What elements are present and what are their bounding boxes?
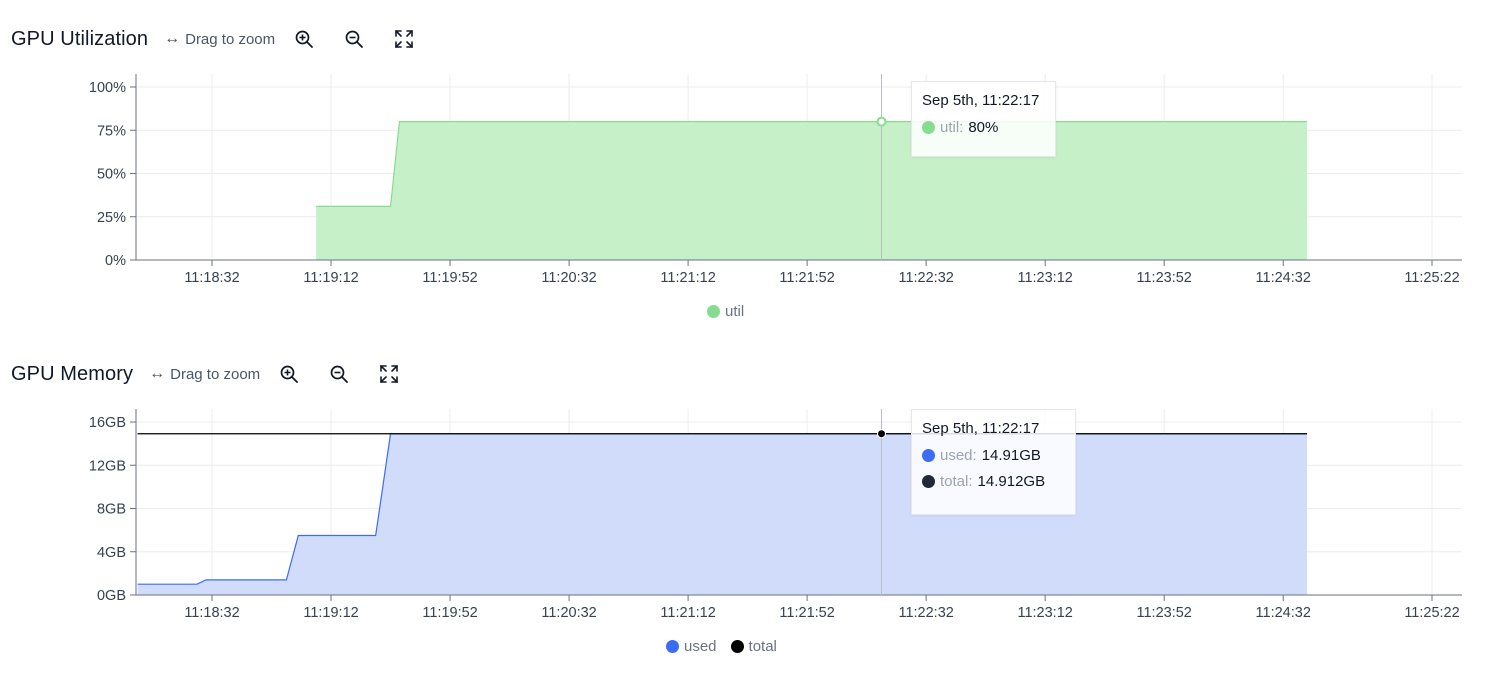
tooltip-key: util:: [940, 119, 964, 136]
memory-tooltip: Sep 5th, 11:22:17 used: 14.91GB total: 1…: [911, 409, 1076, 515]
x-tick-label: 11:24:32: [1256, 270, 1311, 286]
tooltip-date: Sep 5th, 11:22:17: [922, 92, 1040, 109]
legend-item-util[interactable]: util: [707, 303, 744, 320]
x-tick-label: 11:19:52: [422, 605, 477, 621]
tooltip-dot: [922, 121, 935, 134]
x-tick-label: 11:23:52: [1137, 605, 1192, 621]
x-tick-label: 11:23:52: [1137, 270, 1192, 286]
x-tick-label: 11:21:52: [779, 605, 834, 621]
legend-dot: [666, 640, 679, 653]
x-tick-label: 11:19:12: [303, 270, 358, 286]
hover-point-util: [876, 116, 887, 127]
memory-chart[interactable]: 0GB 4GB 8GB 12GB 16GB 11:18:32 11:19:12 11:19:5…: [0, 335, 1488, 674]
x-tick-label: 11:23:12: [1017, 605, 1072, 621]
tooltip-row-total: total: 14.912GB: [922, 473, 1065, 490]
legend-label: util: [725, 303, 745, 320]
legend-item-used[interactable]: used: [666, 638, 717, 655]
legend-item-total[interactable]: total: [730, 638, 777, 655]
legend-label: used: [684, 638, 717, 655]
legend-dot: [707, 305, 720, 318]
x-tick-label: 11:25:22: [1404, 270, 1459, 286]
legend-label: total: [748, 638, 777, 655]
x-tick-label: 11:21:12: [660, 605, 715, 621]
x-tick-label: 11:18:32: [184, 605, 239, 621]
x-tick-label: 11:25:22: [1404, 605, 1459, 621]
y-tick-label: 4GB: [97, 545, 126, 561]
series-area-util: [316, 121, 1308, 260]
x-tick-label: 11:21:12: [660, 270, 715, 286]
y-tick-label: 0%: [105, 253, 126, 269]
tooltip-value: 14.91GB: [981, 447, 1041, 464]
x-tick-label: 11:23:12: [1017, 270, 1072, 286]
gpu-utilization-panel: GPU Utilization ↔ Drag to zoom 0% 25% 50% 7…: [0, 0, 1488, 335]
tooltip-key: total:: [940, 473, 973, 490]
tooltip-row-util: util: 80%: [922, 119, 1045, 136]
tooltip-date: Sep 5th, 11:22:17: [922, 420, 1040, 437]
x-tick-label: 11:19:52: [422, 270, 477, 286]
gpu-memory-panel: GPU Memory ↔ Drag to zoom 0GB 4GB 8GB 12GB 1…: [0, 335, 1488, 674]
x-tick-label: 11:21:52: [779, 270, 834, 286]
x-tick-label: 11:20:32: [541, 270, 596, 286]
y-tick-label: 12GB: [89, 458, 126, 474]
y-tick-label: 100%: [89, 80, 126, 96]
x-tick-label: 11:24:32: [1256, 605, 1311, 621]
x-tick-label: 11:22:32: [898, 605, 953, 621]
tooltip-dot: [922, 475, 935, 488]
tooltip-dot: [922, 449, 935, 462]
y-tick-label: 0GB: [97, 588, 126, 604]
x-tick-label: 11:19:12: [303, 605, 358, 621]
hover-point-total: [877, 429, 887, 439]
y-tick-label: 16GB: [89, 415, 126, 431]
y-tick-label: 50%: [97, 167, 126, 183]
x-tick-label: 11:22:32: [898, 270, 953, 286]
series-area-used: [137, 433, 1308, 595]
tooltip-value: 14.912GB: [977, 473, 1046, 490]
tooltip-key: used:: [940, 447, 977, 464]
y-tick-label: 8GB: [97, 502, 126, 518]
tooltip-row-used: used: 14.91GB: [922, 447, 1065, 464]
tooltip-value: 80%: [968, 119, 999, 136]
utilization-legend: util: [707, 303, 744, 320]
x-tick-label: 11:20:32: [541, 605, 596, 621]
x-tick-label: 11:18:32: [184, 270, 239, 286]
y-tick-label: 75%: [97, 123, 126, 139]
legend-dot: [730, 640, 744, 653]
utilization-tooltip: Sep 5th, 11:22:17 util: 80%: [911, 81, 1056, 157]
memory-legend: used total: [666, 638, 777, 655]
utilization-chart[interactable]: 0% 25% 50% 75% 100% 11:18:32 11:19:12 11:19:52 1…: [0, 0, 1488, 335]
y-tick-label: 25%: [97, 210, 126, 226]
